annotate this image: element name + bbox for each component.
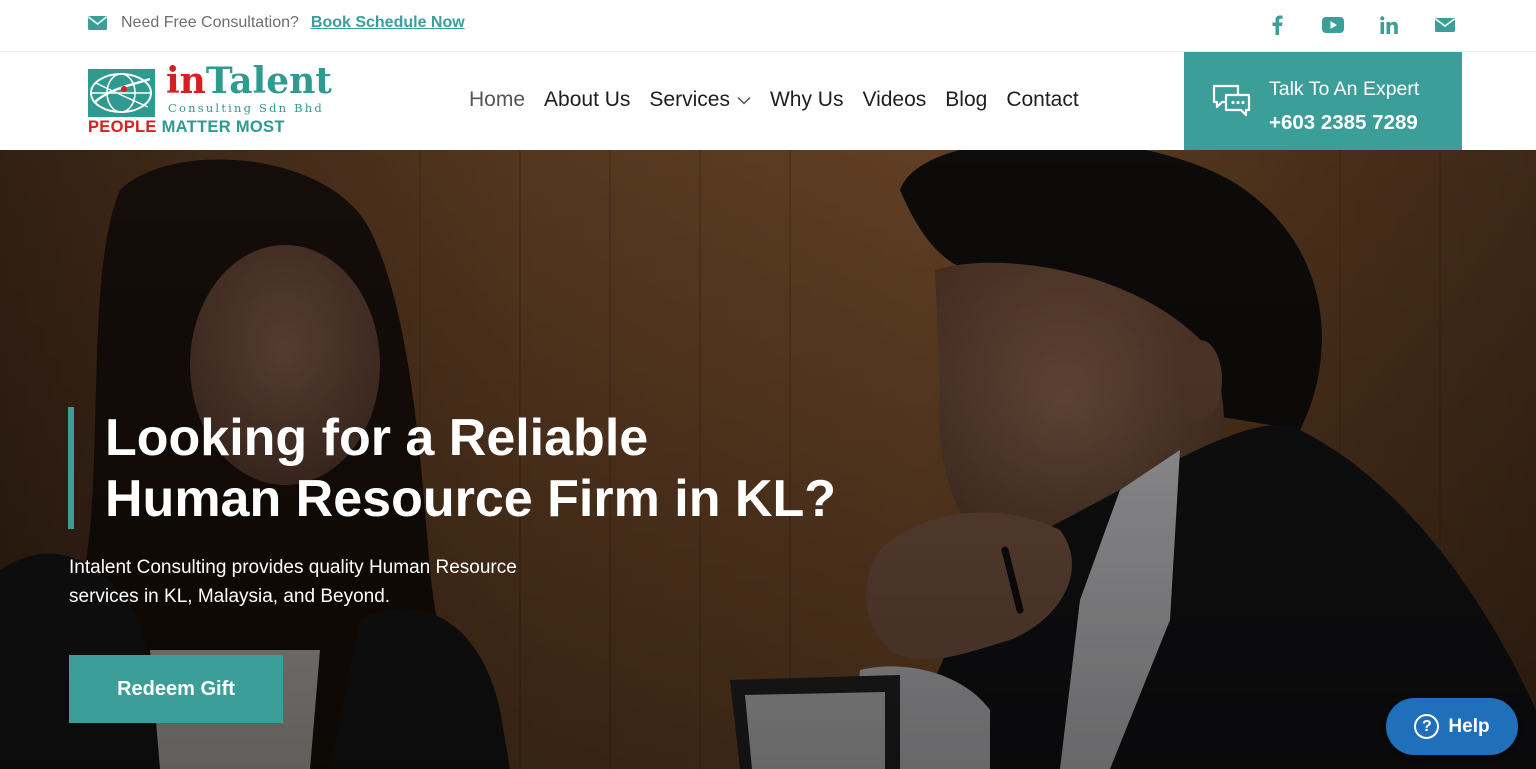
email-icon[interactable]: [1434, 14, 1456, 36]
main-nav: Home About Us Services Why Us Videos Blo…: [469, 88, 1098, 112]
hero-title-line1: Looking for a Reliable: [105, 409, 649, 467]
nav-home[interactable]: Home: [469, 88, 525, 112]
talk-to-expert-box[interactable]: Talk To An Expert +603 2385 7289: [1184, 52, 1462, 150]
brand-talent: Talent: [205, 60, 332, 102]
help-button[interactable]: ? Help: [1386, 698, 1518, 755]
hero-title: Looking for a Reliable Human Resource Fi…: [105, 408, 865, 530]
hero-description: Intalent Consulting provides quality Hum…: [69, 557, 517, 607]
tagline-teal: MATTER MOST: [161, 118, 285, 136]
nav-services-label: Services: [649, 88, 730, 111]
nav-why-us[interactable]: Why Us: [770, 88, 844, 112]
tagline-red: PEOPLE: [88, 118, 157, 136]
nav-blog[interactable]: Blog: [945, 88, 987, 112]
nav-about-us[interactable]: About Us: [544, 88, 630, 112]
envelope-icon: [88, 15, 108, 31]
linkedin-icon[interactable]: [1378, 14, 1400, 36]
site-header: inTalent Consulting Sdn Bhd PEOPLE MATTE…: [0, 52, 1536, 150]
expert-phone[interactable]: +603 2385 7289: [1269, 111, 1418, 135]
facebook-icon[interactable]: [1266, 14, 1288, 36]
nav-services[interactable]: Services: [649, 88, 751, 112]
redeem-gift-button[interactable]: Redeem Gift: [69, 655, 283, 723]
book-schedule-link[interactable]: Book Schedule Now: [311, 14, 465, 32]
brand-name: inTalent: [166, 61, 332, 101]
expert-label: Talk To An Expert: [1269, 78, 1420, 100]
hero-banner: Looking for a Reliable Human Resource Fi…: [0, 150, 1536, 769]
social-links: [1232, 14, 1456, 36]
help-label: Help: [1448, 715, 1490, 737]
chat-bubbles-icon: [1212, 83, 1252, 119]
brand-subtitle: Consulting Sdn Bhd: [168, 101, 324, 115]
consultation-bar: Need Free Consultation? Book Schedule No…: [88, 14, 465, 32]
youtube-icon[interactable]: [1322, 14, 1344, 36]
nav-contact[interactable]: Contact: [1006, 88, 1078, 112]
brand-tagline: PEOPLE MATTER MOST: [88, 118, 285, 137]
globe-logo-icon: [88, 69, 155, 117]
nav-videos[interactable]: Videos: [862, 88, 926, 112]
question-circle-icon: ?: [1414, 714, 1440, 739]
chevron-down-icon: [737, 96, 751, 105]
hero-title-line2: Human Resource Firm in KL?: [105, 470, 836, 528]
consultation-text: Need Free Consultation?: [121, 14, 299, 31]
intalent-logo[interactable]: inTalent Consulting Sdn Bhd PEOPLE MATTE…: [88, 61, 352, 137]
brand-in: in: [166, 60, 206, 102]
top-bar: Need Free Consultation? Book Schedule No…: [0, 0, 1536, 52]
title-accent-bar: [68, 407, 74, 529]
